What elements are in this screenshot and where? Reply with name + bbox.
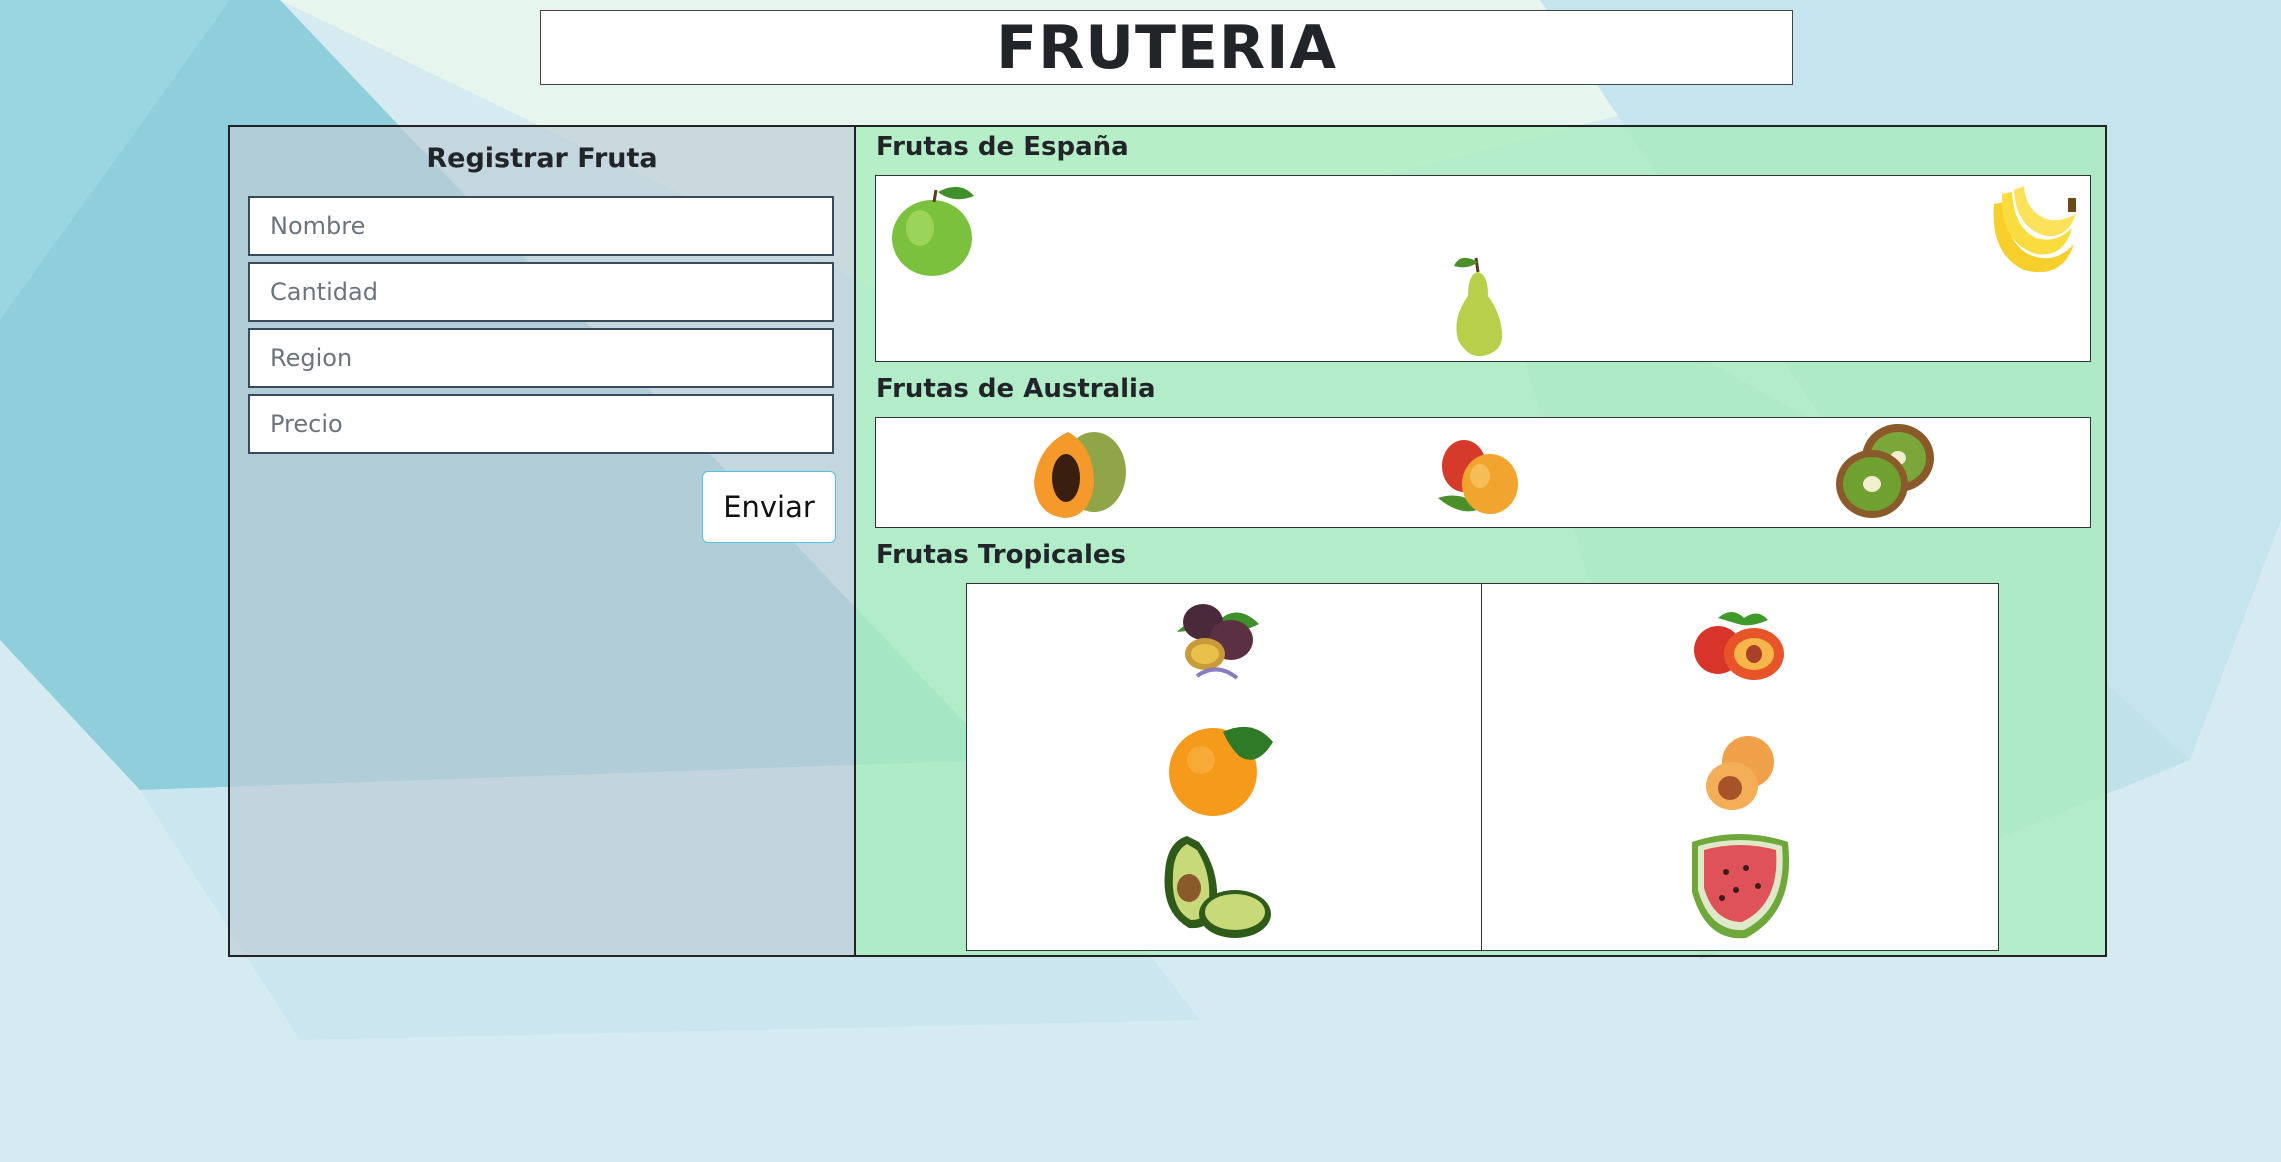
submit-button[interactable]: Enviar [702, 471, 836, 543]
page-title: FRUTERIA [996, 12, 1337, 83]
price-input[interactable] [248, 394, 834, 454]
section-title-spain: Frutas de España [876, 132, 1129, 162]
apple-icon[interactable] [888, 180, 978, 280]
pear-icon[interactable] [1446, 252, 1512, 360]
passion-fruit-icon[interactable] [1167, 592, 1267, 690]
spain-fruit-box [875, 175, 2091, 362]
kiwi-icon[interactable] [1834, 420, 1938, 524]
tropical-left-box [966, 583, 1483, 951]
watermelon-icon[interactable] [1686, 832, 1794, 944]
tropical-right-box [1481, 583, 1999, 951]
main-container: Registrar Fruta Enviar Frutas de España [228, 125, 2107, 957]
fruits-panel: Frutas de España Frutas de Australia Fru… [856, 127, 2105, 955]
quantity-input[interactable] [248, 262, 834, 322]
mango-icon[interactable] [1432, 428, 1528, 520]
section-title-australia: Frutas de Australia [876, 374, 1156, 404]
banana-icon[interactable] [1984, 184, 2080, 284]
name-input[interactable] [248, 196, 834, 256]
orange-icon[interactable] [1167, 712, 1279, 820]
australia-fruit-box [875, 417, 2091, 528]
region-input[interactable] [248, 328, 834, 388]
form-title: Registrar Fruta [426, 143, 658, 174]
nectarine-icon[interactable] [1688, 606, 1792, 682]
papaya-icon[interactable] [1028, 426, 1130, 522]
title-banner: FRUTERIA [540, 10, 1793, 85]
apricot-icon[interactable] [1702, 732, 1778, 814]
register-form-panel: Registrar Fruta Enviar [230, 127, 856, 955]
avocado-icon[interactable] [1159, 832, 1275, 944]
section-title-tropical: Frutas Tropicales [876, 540, 1126, 570]
